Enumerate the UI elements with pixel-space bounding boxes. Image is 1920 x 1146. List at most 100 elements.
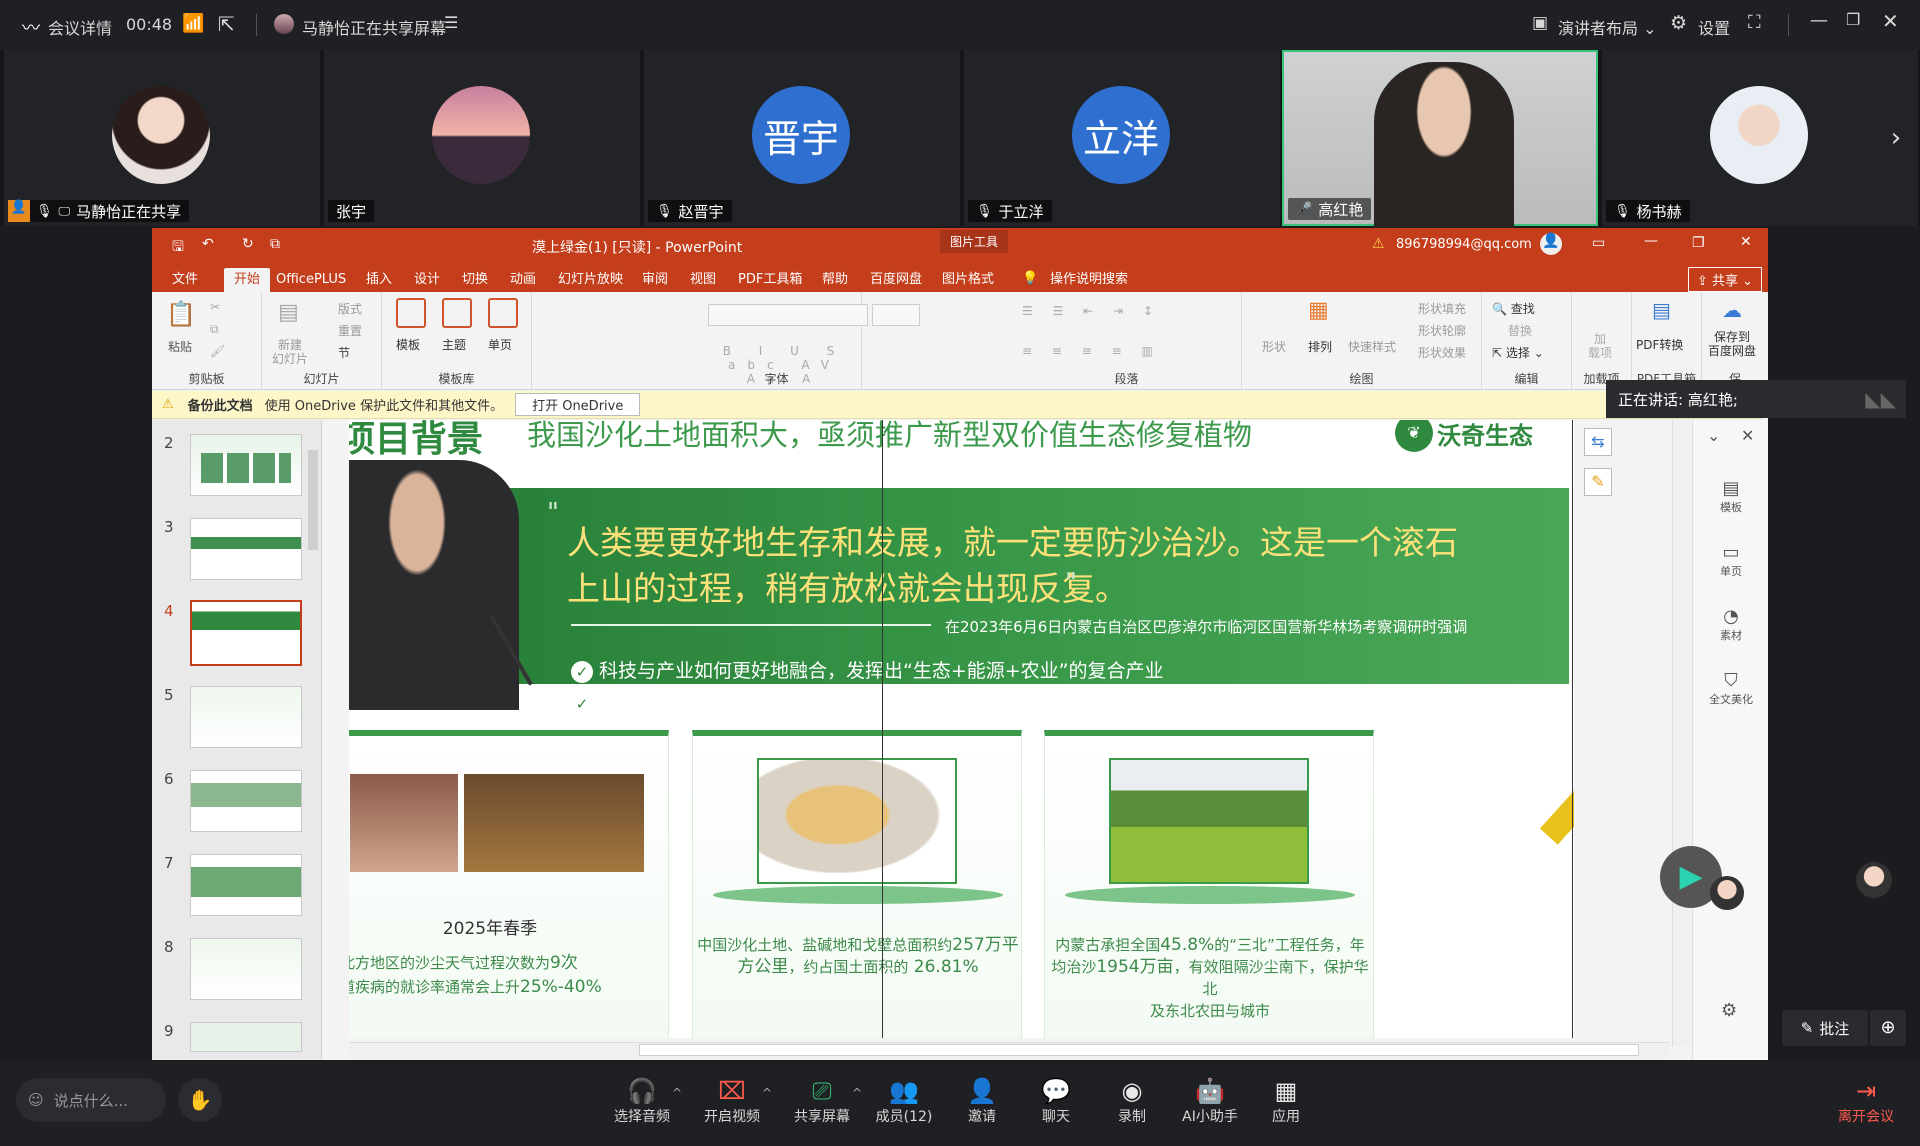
record-button[interactable]: ◉ 录制 xyxy=(1092,1076,1172,1126)
cut-icon[interactable]: ✂ xyxy=(210,300,220,314)
shape-effect-button[interactable]: 形状效果 xyxy=(1418,344,1466,361)
layout-button[interactable]: 版式 xyxy=(338,300,362,317)
ribbon-display-icon[interactable]: ▭ xyxy=(1592,235,1605,251)
chat-button[interactable]: 💬 聊天 xyxy=(1016,1076,1096,1126)
slide-thumbnail-active[interactable] xyxy=(190,600,302,666)
apps-button[interactable]: ▦ 应用 xyxy=(1246,1076,1326,1126)
slide-thumbnail[interactable] xyxy=(190,686,302,748)
slide-horizontal-scrollbar[interactable] xyxy=(349,1042,1669,1058)
quick-style-button[interactable]: 快速样式 xyxy=(1348,338,1396,355)
pane-beautify-item[interactable]: ⛉ 全文美化 xyxy=(1693,670,1768,707)
find-button[interactable]: 🔍 查找 xyxy=(1492,300,1535,317)
shape-button[interactable]: 形状 xyxy=(1262,338,1286,355)
speaker-layout-button[interactable]: 演讲者布局 ⌄ xyxy=(1558,15,1657,39)
pdf-icon[interactable]: ▤ xyxy=(1652,298,1671,322)
participant-tile[interactable]: 立洋 🎙 于立洋 xyxy=(964,50,1280,226)
strip-next-button[interactable]: › xyxy=(1880,110,1912,166)
close-icon[interactable]: ✕ xyxy=(1882,9,1899,33)
slide-thumbnail[interactable] xyxy=(190,938,302,1000)
tab-review[interactable]: 审阅 xyxy=(640,268,670,292)
save-icon[interactable]: 🖫 xyxy=(172,236,184,260)
annotate-button[interactable]: ✎ 批注 xyxy=(1782,1010,1868,1046)
slide-thumbnail[interactable] xyxy=(190,854,302,916)
section-button[interactable]: 节 xyxy=(338,344,350,361)
pdf-convert-button[interactable]: PDF转换 xyxy=(1636,336,1683,353)
template-button[interactable]: 模板 xyxy=(396,336,420,353)
theme-icon[interactable] xyxy=(442,298,472,328)
arrange-button[interactable]: 排列 xyxy=(1308,338,1332,355)
audio-options-chevron[interactable]: ^ xyxy=(672,1086,682,1100)
addins-button[interactable]: 加 载项 xyxy=(1588,332,1612,360)
open-onedrive-button[interactable]: 打开 OneDrive xyxy=(515,393,641,416)
tab-view[interactable]: 视图 xyxy=(688,268,718,292)
chevron-down-icon[interactable]: ⌄ xyxy=(1707,426,1720,445)
ai-assistant-button[interactable]: 🤖 AI小助手 xyxy=(1170,1076,1250,1126)
participant-tile[interactable]: 👤 🎙 🖵 马静怡正在共享 xyxy=(4,50,320,226)
video-button[interactable]: ⌧ 开启视频 xyxy=(692,1076,772,1126)
shape-fill-button[interactable]: 形状填充 xyxy=(1418,300,1466,317)
pane-template-item[interactable]: ▤ 模板 xyxy=(1693,478,1768,515)
single-page-icon[interactable] xyxy=(488,298,518,328)
reset-button[interactable]: 重置 xyxy=(338,322,362,339)
slide-thumbnail[interactable] xyxy=(190,770,302,832)
account-email[interactable]: 896798994@qq.com xyxy=(1396,237,1532,252)
arrange-icon[interactable]: ▦ xyxy=(1308,298,1329,323)
pane-settings-gear-icon[interactable]: ⚙ xyxy=(1721,1000,1737,1021)
slide-thumbnail[interactable] xyxy=(190,434,302,496)
shape-outline-button[interactable]: 形状轮廓 xyxy=(1418,322,1466,339)
present-icon[interactable]: ⧉ xyxy=(270,236,280,252)
share-screen-button[interactable]: ⎚ 共享屏幕 xyxy=(782,1076,862,1126)
tab-file[interactable]: 文件 xyxy=(170,268,200,292)
gear-icon[interactable]: ⚙ xyxy=(1670,12,1687,34)
slide-thumbnail[interactable] xyxy=(190,518,302,580)
font-size-select[interactable] xyxy=(872,304,920,326)
font-family-select[interactable] xyxy=(708,304,868,326)
settings-button[interactable]: 设置 xyxy=(1698,15,1730,39)
redo-icon[interactable]: ↻ xyxy=(242,236,254,252)
signal-icon[interactable]: 📶 xyxy=(182,13,204,34)
undo-icon[interactable]: ↶ xyxy=(202,236,214,252)
tab-home[interactable]: 开始 xyxy=(224,268,271,292)
share-options-chevron[interactable]: ^ xyxy=(852,1086,862,1100)
meeting-details-button[interactable]: 会议详情 xyxy=(48,15,112,39)
save-to-baidu-button[interactable]: 保存到 百度网盘 xyxy=(1708,330,1756,358)
paste-button[interactable]: 粘贴 xyxy=(168,338,192,355)
tab-transitions[interactable]: 切换 xyxy=(460,268,490,292)
slide-vertical-scrollbar[interactable] xyxy=(1672,420,1690,1046)
copy-icon[interactable]: ⧉ xyxy=(210,322,219,337)
video-options-chevron[interactable]: ^ xyxy=(762,1086,772,1100)
tab-officeplus[interactable]: OfficePLUS xyxy=(274,268,348,292)
tab-animations[interactable]: 动画 xyxy=(508,268,538,292)
design-ideas-icon[interactable]: ⇆ xyxy=(1584,428,1612,456)
ppt-restore-icon[interactable]: ❐ xyxy=(1692,235,1705,251)
image-tools-icon[interactable]: ✎ xyxy=(1584,468,1612,496)
format-painter-icon[interactable]: 🖌 xyxy=(210,344,225,358)
pane-close-icon[interactable]: ✕ xyxy=(1741,426,1754,445)
layout-icon[interactable]: ▣ xyxy=(1532,13,1548,33)
tab-baidu-pan[interactable]: 百度网盘 xyxy=(868,268,924,292)
tab-insert[interactable]: 插入 xyxy=(364,268,394,292)
tab-help[interactable]: 帮助 xyxy=(820,268,850,292)
chat-input[interactable]: ☺ 说点什么... xyxy=(16,1078,166,1122)
audio-button[interactable]: 🎧 选择音频 xyxy=(602,1076,682,1126)
invite-button[interactable]: 👤 邀请 xyxy=(942,1076,1022,1126)
tab-slideshow[interactable]: 幻灯片放映 xyxy=(556,268,625,292)
baidu-pan-icon[interactable]: ☁ xyxy=(1722,298,1742,322)
participant-tile-active-speaker[interactable]: 🎤 高红艳 xyxy=(1282,50,1598,228)
slide-thumbnail[interactable] xyxy=(190,1022,302,1052)
fullscreen-icon[interactable]: ⛶ xyxy=(1748,12,1761,33)
list-icon[interactable]: ☰ xyxy=(444,13,458,32)
replace-button[interactable]: 替换 xyxy=(1508,322,1532,339)
participant-tile[interactable]: 🎙 杨书赫 xyxy=(1602,50,1918,226)
new-slide-icon[interactable]: ▤ xyxy=(278,300,299,325)
account-avatar-icon[interactable]: 👤 xyxy=(1540,233,1562,255)
list-format-icons[interactable]: ☰ ☰ ⇤ ⇥ ↕ xyxy=(1022,304,1161,318)
ppt-minimize-icon[interactable]: — xyxy=(1644,233,1658,249)
assistant-avatar[interactable] xyxy=(1710,876,1744,910)
external-link-icon[interactable]: ⇱ xyxy=(218,12,235,36)
thumb-scrollbar[interactable] xyxy=(308,450,318,550)
participant-tile[interactable]: 晋宇 🎙 赵晋宇 xyxy=(644,50,960,226)
minimize-icon[interactable]: — xyxy=(1810,10,1828,31)
tab-pdf-tools[interactable]: PDF工具箱 xyxy=(736,268,804,292)
members-button[interactable]: 👥 成员(12) xyxy=(864,1076,944,1126)
